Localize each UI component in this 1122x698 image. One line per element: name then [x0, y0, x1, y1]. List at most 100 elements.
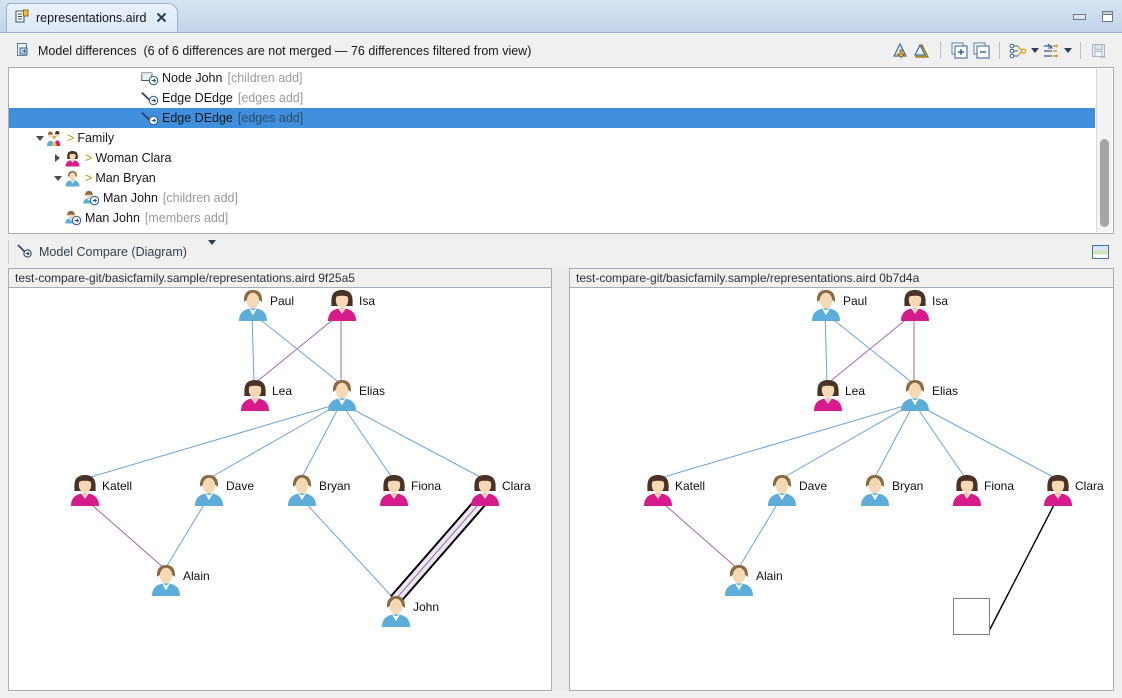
woman-icon [238, 401, 272, 415]
family-icon [46, 130, 63, 147]
tree-row[interactable]: Edge DEdge [edges add] [9, 108, 1095, 128]
empty-node-placeholder[interactable] [953, 598, 990, 635]
filter-button[interactable] [1040, 40, 1062, 62]
diagram-node[interactable]: Clara [1041, 473, 1073, 507]
diagram-node[interactable]: Fiona [950, 473, 982, 507]
diagram-node[interactable]: Katell [68, 473, 100, 507]
tree-row[interactable]: >Family [9, 128, 1095, 148]
tree-row-attribute: [edges add] [238, 111, 303, 125]
diagram-node[interactable]: John [379, 594, 411, 628]
tree-row-label: Man Bryan [95, 171, 155, 185]
collapse-all-button[interactable] [970, 40, 992, 62]
chevron-down-icon[interactable] [33, 128, 46, 148]
diagram-node[interactable]: Isa [325, 288, 357, 322]
tree-row-label: Man John [103, 191, 158, 205]
diagram-edge[interactable] [301, 498, 395, 600]
woman-icon [468, 496, 502, 510]
diagram-node-label: Clara [1075, 479, 1104, 493]
minimize-icon[interactable] [1072, 11, 1085, 22]
left-path-bar: test-compare-git/basicfamily.sample/repr… [9, 269, 551, 288]
close-icon[interactable] [156, 12, 167, 25]
man-icon [325, 401, 359, 415]
diagram-node[interactable]: Clara [468, 473, 500, 507]
diagram-node[interactable]: Lea [238, 378, 270, 412]
diagram-node[interactable]: Bryan [285, 473, 317, 507]
tree-row[interactable]: Edge DEdge[edges add] [9, 88, 1095, 108]
merge-to-right-button[interactable] [889, 40, 911, 62]
right-compare-pane: test-compare-git/basicfamily.sample/repr… [569, 268, 1114, 691]
tree-row-label: Edge DEdge [162, 111, 233, 125]
man-add-icon [64, 210, 81, 227]
woman-icon [641, 496, 675, 510]
diagram-node[interactable]: Katell [641, 473, 673, 507]
right-path-bar: test-compare-git/basicfamily.sample/repr… [570, 269, 1113, 288]
diagram-node-label: Paul [843, 294, 867, 308]
diagram-node[interactable]: Alain [149, 563, 181, 597]
man-icon [379, 617, 413, 631]
diagram-node-label: Isa [359, 294, 375, 308]
group-by-button[interactable] [1007, 40, 1029, 62]
woman-icon [325, 311, 359, 325]
pane-sash[interactable] [552, 268, 569, 691]
diagram-node[interactable]: Paul [809, 288, 841, 322]
model-differences-summary: (6 of 6 differences are not merged — 76 … [143, 44, 531, 58]
diagram-node-label: Fiona [984, 479, 1014, 493]
toolbar-separator [999, 42, 1000, 59]
man-icon [722, 586, 756, 600]
node-add-icon [141, 70, 158, 87]
tree-row[interactable]: Node John[children add] [9, 68, 1095, 88]
maximize-pane-icon[interactable] [1092, 245, 1109, 259]
save-button[interactable] [1088, 40, 1110, 62]
diagram-node[interactable]: Elias [898, 378, 930, 412]
diagram-node[interactable]: Paul [236, 288, 268, 322]
twisty-spacer [128, 108, 141, 128]
maximize-icon[interactable] [1101, 11, 1114, 22]
merge-to-left-button[interactable] [911, 40, 933, 62]
expand-all-button[interactable] [948, 40, 970, 62]
diagram-edge[interactable] [84, 403, 341, 479]
right-diagram-canvas[interactable]: Paul Isa Lea Elias Katell Dave Bryan Fiona Clara… [570, 288, 1113, 690]
diagram-node[interactable]: Dave [192, 473, 224, 507]
tree-row[interactable]: Man John[children add] [9, 188, 1095, 208]
view-menu-dropdown[interactable] [208, 245, 216, 259]
editor-tab-representations-aird[interactable]: representations.aird [6, 3, 178, 32]
editor-tab-label: representations.aird [36, 11, 146, 25]
tree-scroll-thumb[interactable] [1100, 139, 1109, 227]
tree-row-label: Family [77, 131, 114, 145]
diagram-node[interactable]: Dave [765, 473, 797, 507]
diagram-node-label: Lea [845, 384, 865, 398]
group-by-dropdown[interactable] [1029, 40, 1040, 62]
diagram-node-label: Dave [799, 479, 827, 493]
diagram-node[interactable]: Lea [811, 378, 843, 412]
chevron-down-icon[interactable] [51, 168, 64, 188]
twisty-spacer [51, 208, 64, 228]
diagram-node[interactable]: Fiona [377, 473, 409, 507]
diagram-node-label: Bryan [892, 479, 923, 493]
twisty-spacer [128, 88, 141, 108]
diagram-edge[interactable] [657, 403, 914, 479]
diagram-edge[interactable] [988, 499, 1057, 633]
man-icon [64, 170, 81, 187]
differences-tree-panel[interactable]: Node John[children add] Edge DEdge [edges … [8, 67, 1114, 234]
diagram-node-label: Fiona [411, 479, 441, 493]
selected-edge[interactable] [395, 498, 484, 600]
model-compare-label: Model Compare (Diagram) [39, 245, 187, 259]
tree-vertical-scrollbar[interactable] [1096, 69, 1112, 232]
tree-row[interactable]: Man John[members add] [9, 208, 1095, 228]
diagram-edge[interactable] [914, 403, 1057, 479]
tree-row[interactable]: >Woman Clara [9, 148, 1095, 168]
aird-file-icon [15, 9, 30, 27]
diagram-node[interactable]: Elias [325, 378, 357, 412]
chevron-right-icon[interactable] [51, 148, 64, 168]
diagram-node-label: Elias [359, 384, 385, 398]
tree-row[interactable]: >Man Bryan [9, 168, 1095, 188]
diagram-node[interactable]: Alain [722, 563, 754, 597]
diagram-edge[interactable] [341, 403, 484, 479]
filter-dropdown[interactable] [1062, 40, 1073, 62]
tree-row-attribute: [edges add] [238, 91, 303, 105]
diagram-node[interactable]: Isa [898, 288, 930, 322]
left-path-label: test-compare-git/basicfamily.sample/repr… [15, 271, 355, 285]
left-diagram-canvas[interactable]: Paul Isa Lea Elias Katell Dave Bryan Fiona Clara… [9, 288, 551, 690]
diagram-node-label: Dave [226, 479, 254, 493]
diagram-node[interactable]: Bryan [858, 473, 890, 507]
